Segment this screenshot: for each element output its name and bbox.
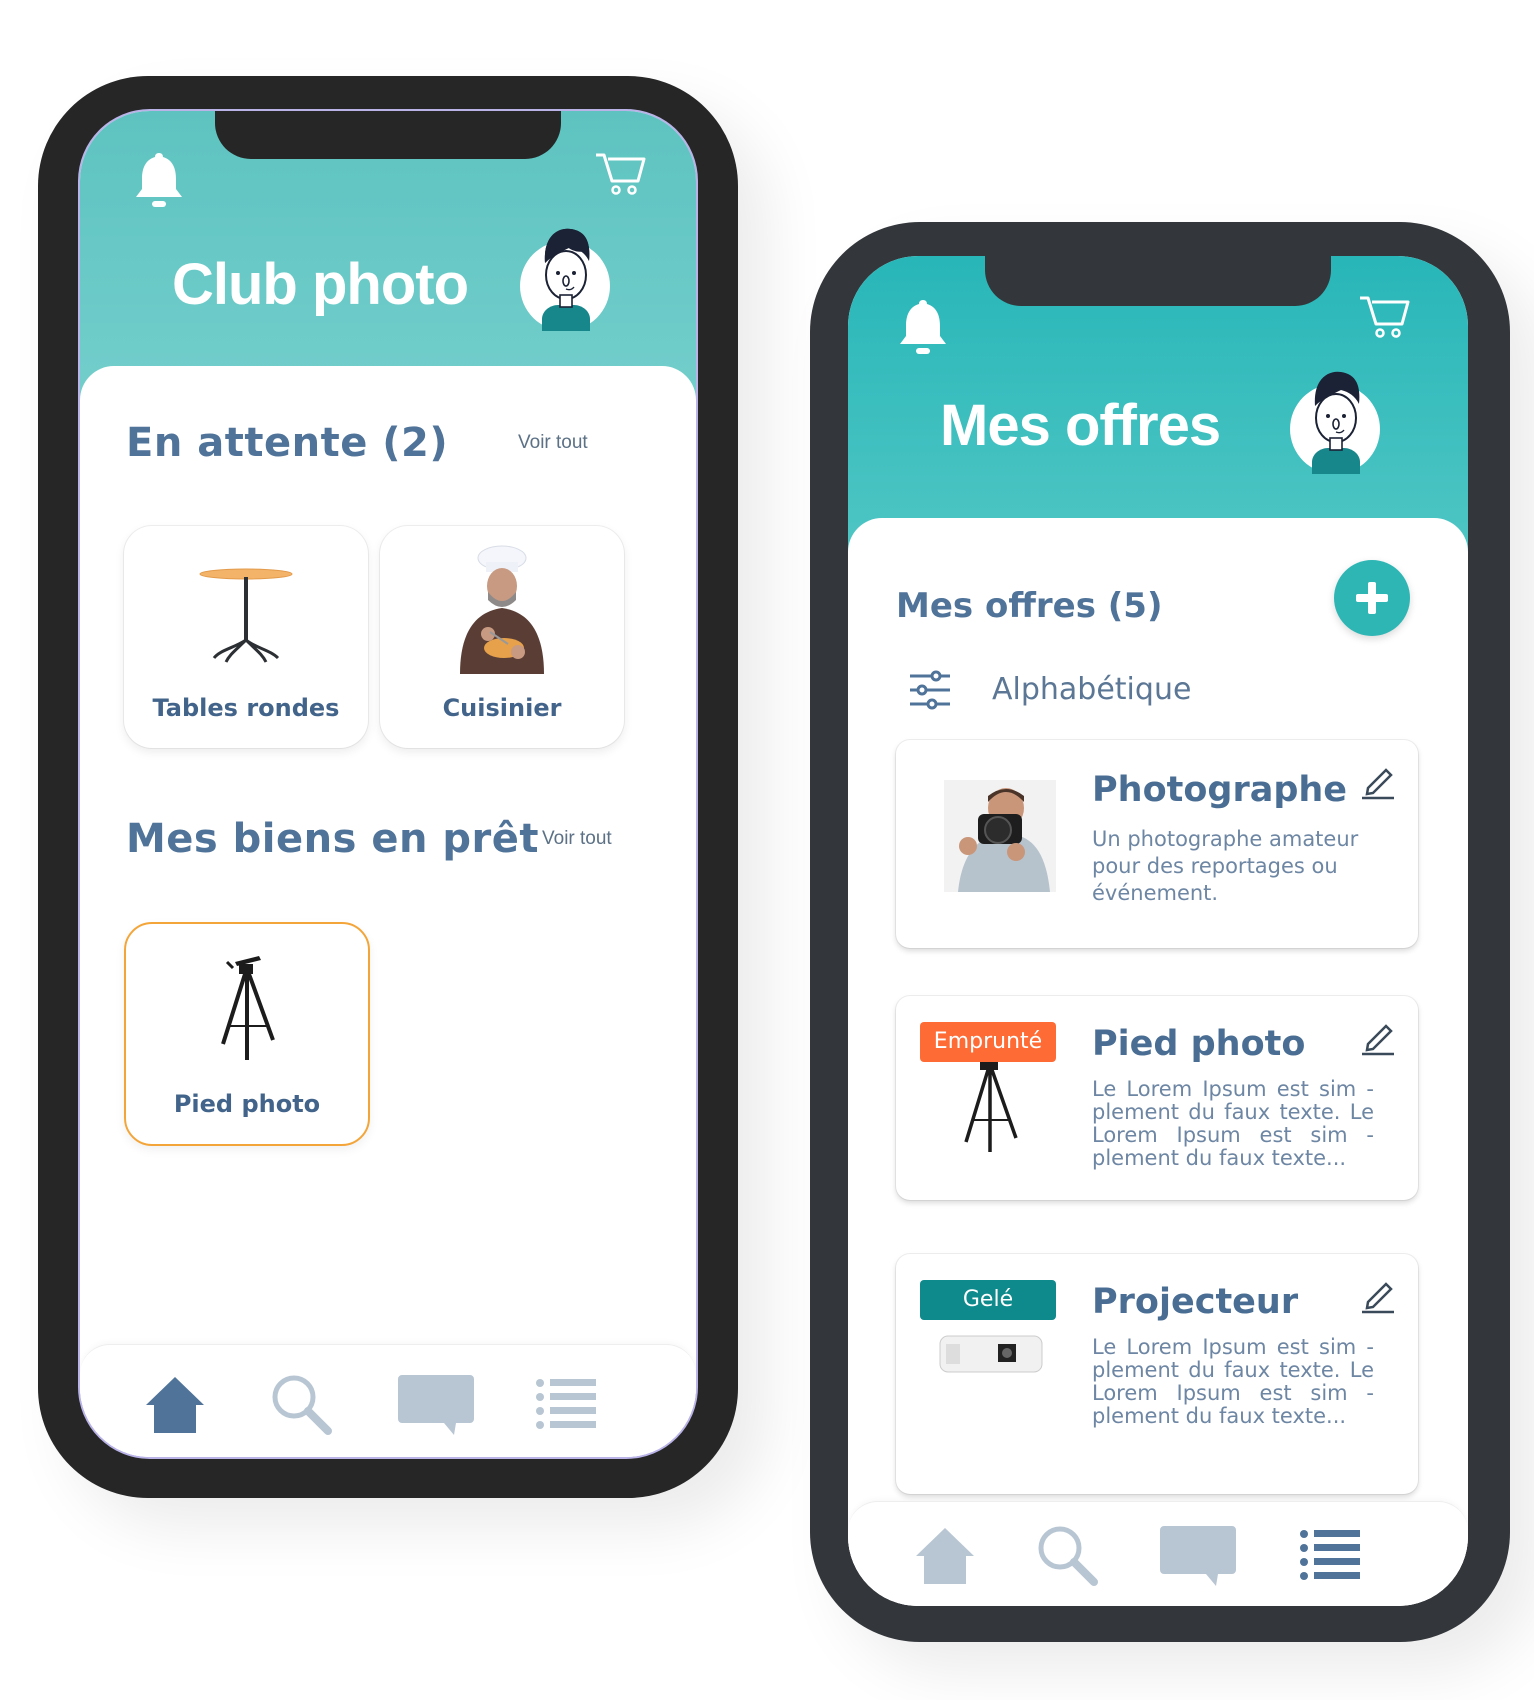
- offer-description: Un photographe amateur pour des reportag…: [1092, 827, 1359, 905]
- offer-card-projecteur[interactable]: Gelé Projecteur Le Lorem Ipsum est sim -…: [896, 1254, 1418, 1494]
- nav-messages-icon[interactable]: [1158, 1520, 1238, 1590]
- cart-icon[interactable]: [1358, 294, 1412, 340]
- offer-card-photographe[interactable]: Photographe Un photographe amateur pour …: [896, 740, 1418, 948]
- tile-label: Pied photo: [173, 1090, 321, 1118]
- filter-sliders-icon: [910, 670, 950, 710]
- nav-messages-icon[interactable]: [396, 1369, 476, 1439]
- pending-see-all-link[interactable]: Voir tout: [518, 432, 588, 454]
- pending-item-cuisinier[interactable]: Cuisinier: [380, 526, 624, 748]
- photographer-image: [944, 780, 1056, 892]
- tripod-image: [221, 956, 275, 1060]
- page-title: Club photo: [172, 252, 469, 317]
- notch: [215, 111, 561, 159]
- user-avatar[interactable]: [520, 228, 610, 331]
- offer-title: Photographe: [1092, 770, 1348, 810]
- tile-label: Cuisinier: [442, 694, 562, 722]
- content-panel: Mes offres (5) Alphabétique Photographe …: [848, 518, 1468, 1606]
- projector-image: [939, 1335, 1043, 1373]
- nav-search-icon[interactable]: [266, 1369, 336, 1439]
- lent-see-all-link[interactable]: Voir tout: [542, 828, 612, 850]
- bell-icon[interactable]: [896, 298, 950, 358]
- plus-icon: [1356, 582, 1388, 614]
- bottom-nav: [80, 1344, 696, 1457]
- notch: [985, 256, 1331, 306]
- tile-label: Tables rondes: [152, 694, 340, 722]
- pending-item-tables-rondes[interactable]: Tables rondes: [124, 526, 368, 748]
- content-panel: En attente (2) Voir tout Tables rondes C…: [80, 366, 696, 1457]
- bell-icon[interactable]: [132, 151, 186, 211]
- cart-icon[interactable]: [594, 151, 648, 197]
- screen: Mes offres Mes offres (5) Alphabétique P…: [848, 256, 1468, 1606]
- chef-image: [460, 545, 544, 674]
- offer-title: Pied photo: [1092, 1024, 1306, 1064]
- status-badge-borrowed: Emprunté: [920, 1022, 1056, 1062]
- nav-list-icon[interactable]: [1296, 1520, 1366, 1590]
- sort-label: Alphabétique: [992, 672, 1192, 707]
- pending-title: En attente (2): [126, 420, 449, 466]
- offer-card-pied-photo[interactable]: Emprunté Pied photo Le Lorem Ipsum est s…: [896, 996, 1418, 1200]
- screen: Club photo En attente (2) Voir tout Tabl…: [80, 111, 696, 1457]
- round-table-image: [199, 568, 293, 663]
- nav-home-icon[interactable]: [910, 1520, 980, 1590]
- nav-search-icon[interactable]: [1032, 1520, 1102, 1590]
- status-badge-frozen: Gelé: [920, 1280, 1056, 1320]
- lent-title: Mes biens en prêt: [126, 816, 539, 862]
- user-avatar[interactable]: [1290, 371, 1380, 474]
- nav-home-icon[interactable]: [140, 1369, 210, 1439]
- add-offer-button[interactable]: [1334, 560, 1410, 636]
- edit-pencil-icon[interactable]: [1360, 1278, 1396, 1314]
- edit-pencil-icon[interactable]: [1360, 764, 1396, 800]
- lent-item-pied-photo[interactable]: Pied photo: [124, 922, 370, 1146]
- bottom-nav: [848, 1501, 1468, 1606]
- phone-club-photo: Club photo En attente (2) Voir tout Tabl…: [38, 76, 738, 1498]
- tripod-image: [964, 1062, 1018, 1152]
- offer-title: Projecteur: [1092, 1282, 1299, 1322]
- offer-description: Le Lorem Ipsum est sim - plement du faux…: [1092, 1335, 1374, 1428]
- nav-list-icon[interactable]: [532, 1369, 602, 1439]
- phone-mes-offres: Mes offres Mes offres (5) Alphabétique P…: [810, 222, 1510, 1642]
- offers-title: Mes offres (5): [896, 586, 1163, 626]
- page-title: Mes offres: [940, 393, 1221, 458]
- offer-description: Le Lorem Ipsum est sim - plement du faux…: [1092, 1077, 1374, 1170]
- edit-pencil-icon[interactable]: [1360, 1020, 1396, 1056]
